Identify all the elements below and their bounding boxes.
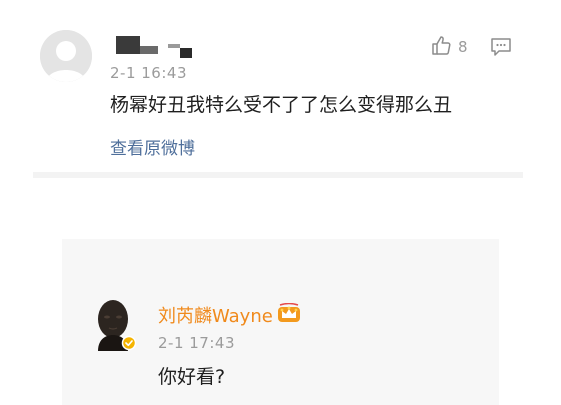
default-avatar-icon[interactable]: [40, 30, 92, 82]
reply-text: 你好看?: [158, 366, 226, 388]
weibo-comment-screenshot: 2-1 16:43 杨幂好丑我特么受不了了怎么变得那么丑 查看原微博 8 刘芮麟…: [0, 0, 561, 405]
reply-timestamp: 2-1 17:43: [158, 334, 235, 352]
crown-badge-icon[interactable]: [277, 302, 301, 327]
view-original-link[interactable]: 查看原微博: [110, 134, 195, 159]
avatar[interactable]: [92, 297, 136, 351]
masked-username: [110, 36, 200, 60]
reply-username[interactable]: 刘芮麟Wayne: [158, 302, 273, 328]
comment-text: 杨幂好丑我特么受不了了怎么变得那么丑: [110, 94, 453, 116]
section-divider: [33, 172, 523, 178]
like-button[interactable]: 8: [430, 36, 468, 58]
verified-badge-icon: [121, 335, 136, 351]
comment-timestamp: 2-1 16:43: [110, 64, 187, 82]
like-count: 8: [458, 38, 468, 56]
thumbs-up-icon: [430, 34, 452, 60]
reply-author-row: 刘芮麟Wayne: [158, 302, 301, 328]
comment-icon[interactable]: [490, 37, 512, 61]
